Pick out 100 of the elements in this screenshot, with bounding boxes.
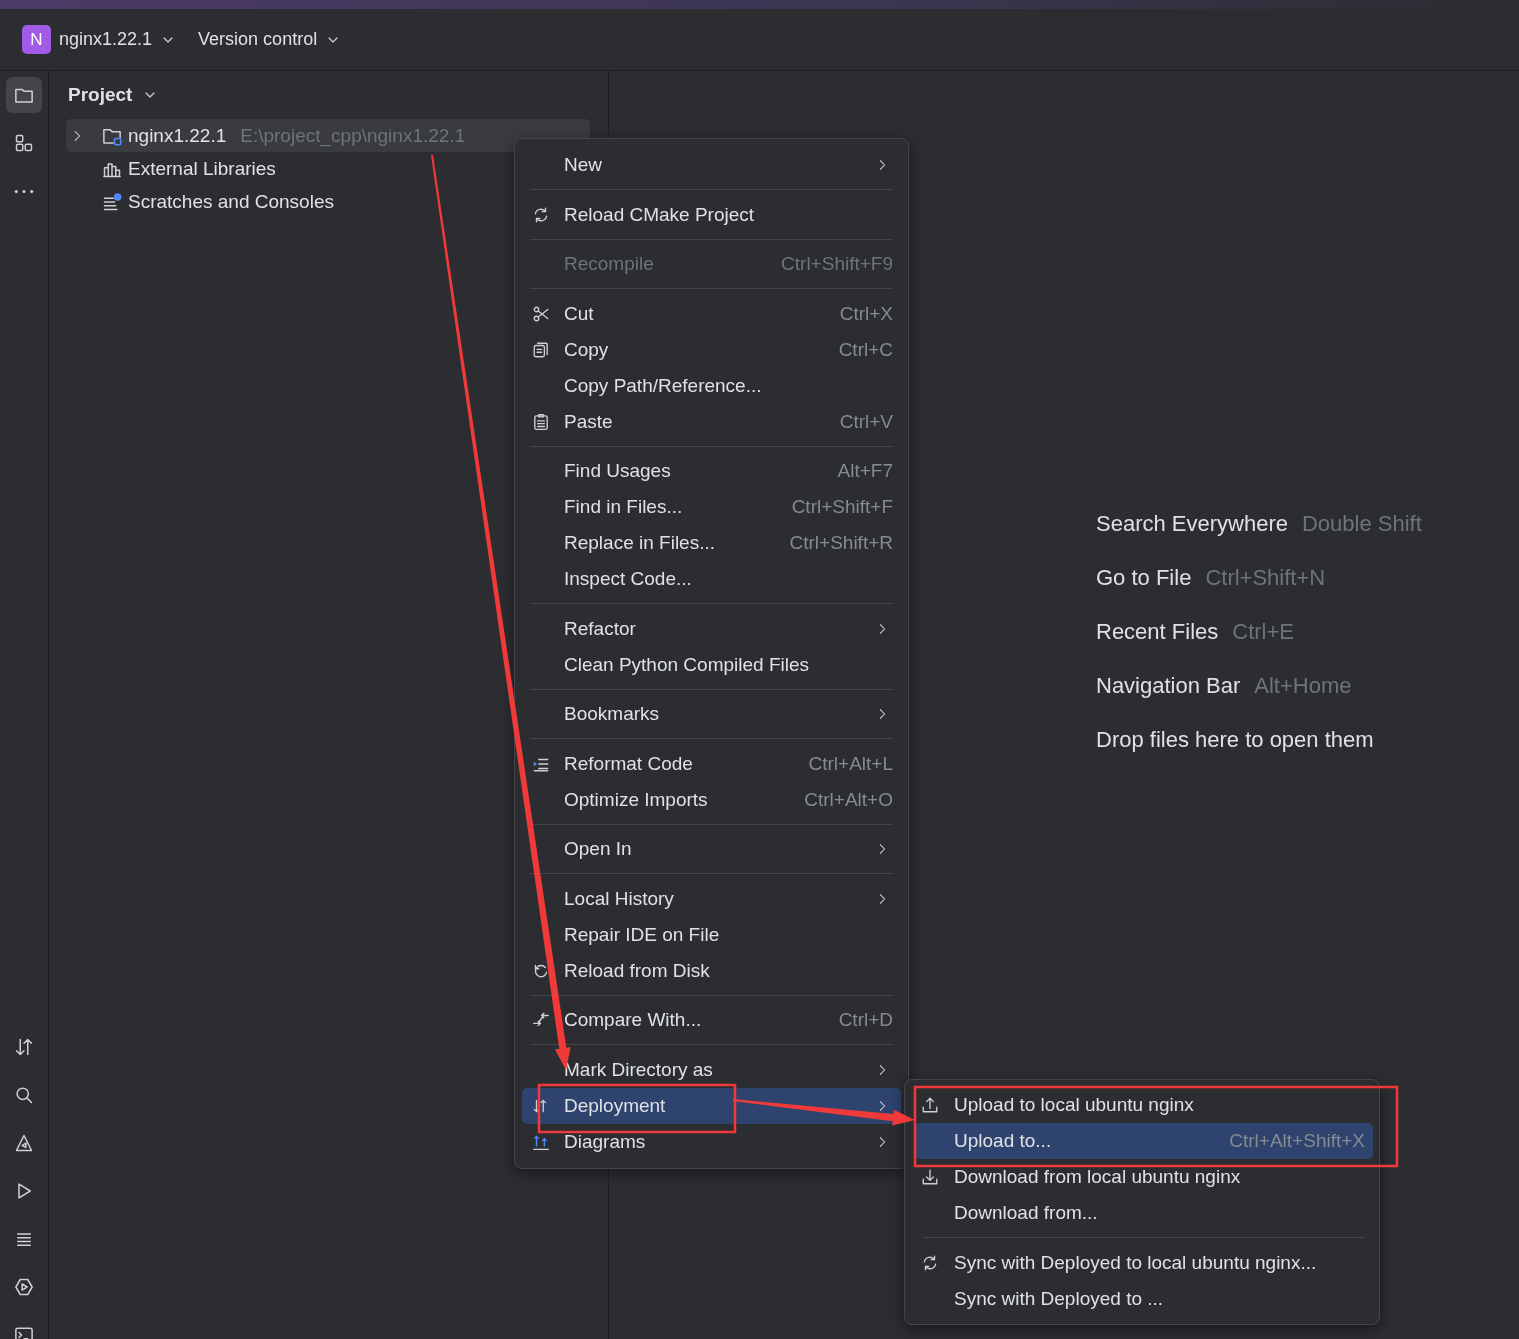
menu-item-label: Reload from Disk: [564, 959, 710, 982]
structure-icon: [14, 133, 34, 153]
scratches-icon: [102, 191, 122, 212]
hint-shortcut: Ctrl+E: [1232, 618, 1295, 645]
shortcut-text: Ctrl+X: [839, 302, 893, 325]
menu-item-label: Repair IDE on File: [564, 923, 720, 946]
menu-item[interactable]: Reformat Code Ctrl+Alt+L: [522, 745, 901, 782]
search-icon: [14, 1085, 34, 1105]
project-name: nginx1.22.1: [59, 29, 153, 50]
shortcut-text: Ctrl+D: [838, 1009, 893, 1031]
menu-item[interactable]: Cut Ctrl+X: [522, 295, 901, 332]
shortcut-text: Ctrl+C: [838, 338, 893, 361]
terminal-icon: [14, 1325, 34, 1339]
menu-item[interactable]: Copy Ctrl+C: [522, 331, 901, 368]
version-control-menu[interactable]: Version control: [196, 25, 348, 54]
menu-item-label: Find Usages: [564, 460, 671, 482]
panel-title-text: Project: [68, 84, 133, 106]
hint-shortcut: Alt+Home: [1254, 672, 1352, 699]
shortcut-text: Ctrl+Shift+F: [791, 496, 893, 518]
menu-item-label: New: [564, 154, 602, 176]
up-down-arrows-icon: [14, 1037, 34, 1057]
menu-item-label: Download from...: [954, 1202, 1098, 1224]
menu-item[interactable]: Find in Files... Ctrl+Shift+F: [522, 489, 901, 525]
menu-item[interactable]: Compare With... Ctrl+D: [522, 1002, 901, 1038]
warning-triangle-icon: [14, 1133, 34, 1153]
menu-item[interactable]: Open In: [522, 831, 901, 867]
menu-item[interactable]: Refactor: [522, 610, 901, 647]
hint-action: Drop files here to open them: [1096, 726, 1374, 753]
menu-item[interactable]: Inspect Code...: [522, 561, 901, 597]
menu-item-label: Recompile: [564, 253, 654, 275]
project-badge: N: [22, 25, 51, 54]
more-icon: [14, 188, 34, 194]
copy-icon: [532, 340, 550, 359]
menu-item-label: Deployment: [564, 1094, 666, 1117]
tree-label: External Libraries: [128, 157, 276, 180]
menu-item-label: Download from local ubuntu nginx: [954, 1166, 1241, 1188]
menu-item[interactable]: Reload CMake Project: [522, 196, 901, 233]
menu-item[interactable]: Replace in Files... Ctrl+Shift+R: [522, 525, 901, 561]
menu-item[interactable]: Reload from Disk: [522, 952, 901, 989]
menu-item[interactable]: Optimize Imports Ctrl+Alt+O: [522, 781, 901, 818]
reload-icon: [532, 205, 550, 224]
folder-tool-button[interactable]: [6, 77, 42, 113]
scissors-icon: [532, 304, 550, 323]
menu-item[interactable]: Download from local ubuntu nginx: [915, 1159, 1373, 1195]
menu-item-label: Bookmarks: [564, 703, 660, 725]
diagram-arrows-icon: [532, 1132, 550, 1151]
tree-path: E:\project_cpp\nginx1.22.1: [240, 124, 466, 147]
hint-action: Go to File: [1096, 564, 1192, 591]
tree-label: nginx1.22.1: [128, 124, 227, 147]
panel-title[interactable]: Project: [66, 84, 159, 106]
menu-item-label: Cut: [564, 302, 594, 325]
menu-item-label: Mark Directory as: [564, 1058, 713, 1081]
shortcut-text: Alt+F7: [837, 460, 893, 482]
hint-action: Search Everywhere: [1096, 510, 1288, 537]
menu-item-label: Upload to local ubuntu nginx: [954, 1094, 1194, 1116]
menu-item[interactable]: Deployment: [522, 1087, 901, 1124]
menu-item[interactable]: Mark Directory as: [522, 1051, 901, 1088]
menu-item-label: Optimize Imports: [564, 788, 708, 811]
menu-item[interactable]: Local History: [522, 880, 901, 917]
menu-item-label: Copy Path/Reference...: [564, 374, 762, 397]
menu-item-label: Upload to...: [954, 1130, 1052, 1152]
menu-item[interactable]: Copy Path/Reference...: [522, 367, 901, 404]
hint-action: Navigation Bar: [1096, 672, 1241, 699]
project-switcher[interactable]: N nginx1.22.1: [20, 21, 183, 58]
menu-item[interactable]: Repair IDE on File: [522, 916, 901, 953]
menu-item[interactable]: Clean Python Compiled Files: [522, 646, 901, 683]
sync-icon: [921, 1253, 939, 1272]
menu-item[interactable]: Diagrams: [522, 1123, 901, 1160]
menu-item-label: Inspect Code...: [564, 568, 692, 590]
menu-item[interactable]: Bookmarks: [522, 696, 901, 732]
menu-item[interactable]: Sync with Deployed to ...: [915, 1280, 1373, 1317]
download-icon: [921, 1168, 939, 1186]
menu-item-label: Sync with Deployed to ...: [954, 1287, 1164, 1310]
menu-item[interactable]: Download from...: [915, 1195, 1373, 1231]
clipboard-icon: [532, 412, 550, 431]
menu-item[interactable]: Upload to... Ctrl+Alt+Shift+X: [915, 1123, 1373, 1159]
menu-item-label: Open In: [564, 838, 632, 860]
menu-item-label: Diagrams: [564, 1130, 646, 1153]
hint-action: Recent Files: [1096, 618, 1219, 645]
menu-item-label: Refactor: [564, 617, 636, 640]
menu-item-label: Reformat Code: [564, 752, 693, 775]
tree-label: Scratches and Consoles: [128, 190, 334, 213]
menu-item-label: Compare With...: [564, 1009, 702, 1031]
shortcut-text: Ctrl+Shift+R: [789, 532, 893, 554]
menu-item-label: Find in Files...: [564, 496, 683, 518]
menu-label: Version control: [198, 29, 318, 50]
menu-item-label: Copy: [564, 338, 609, 361]
menu-item-label: Reload CMake Project: [564, 203, 755, 226]
services-icon: [14, 1277, 34, 1297]
menu-item-label: Clean Python Compiled Files: [564, 653, 809, 676]
tree-item[interactable]: nginx1.22.1 E:\project_cpp\nginx1.22.1: [66, 119, 590, 152]
menu-item[interactable]: Upload to local ubuntu nginx: [915, 1087, 1373, 1123]
menu-item-label: Sync with Deployed to local ubuntu nginx...: [954, 1251, 1317, 1274]
hint-shortcut: Double Shift: [1302, 510, 1422, 537]
shortcut-text: Ctrl+Shift+F9: [781, 253, 893, 275]
menu-item[interactable]: Find Usages Alt+F7: [522, 453, 901, 489]
menu-item[interactable]: Sync with Deployed to local ubuntu nginx...: [915, 1244, 1373, 1281]
menu-item[interactable]: Paste Ctrl+V: [522, 403, 901, 440]
shortcut-text: Ctrl+Alt+O: [804, 788, 893, 811]
menu-item-label: Paste: [564, 410, 613, 433]
